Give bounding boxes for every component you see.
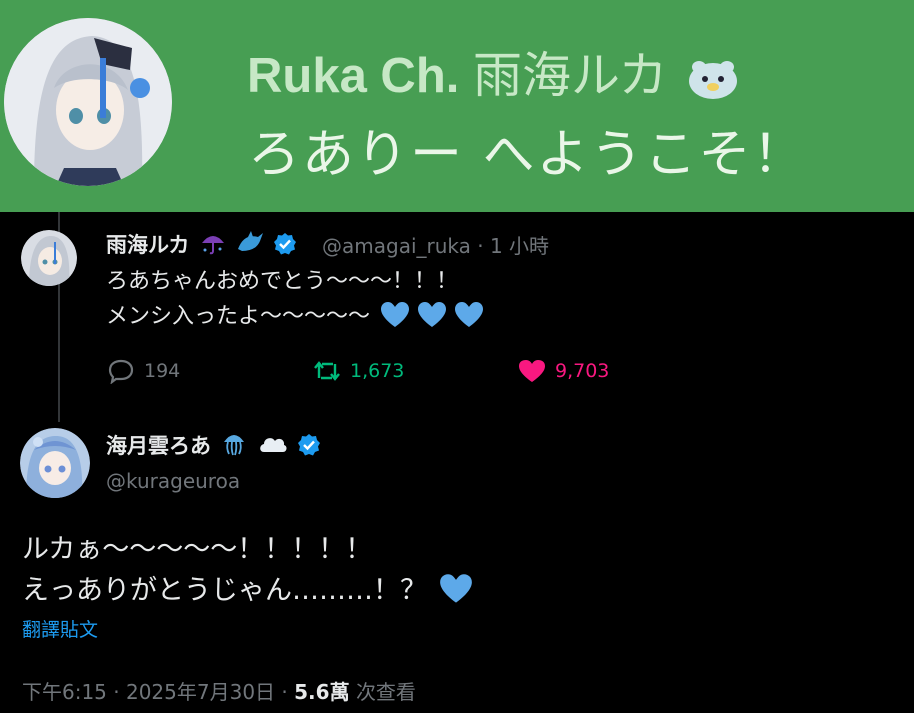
- cloud-emoji-icon: [258, 432, 288, 461]
- banner-avatar: [4, 18, 172, 186]
- avatar[interactable]: [21, 230, 77, 286]
- tweet-timestamp[interactable]: 下午6:15 · 2025年7月30日 ·: [22, 680, 288, 704]
- author-handle[interactable]: @kurageuroa: [106, 469, 240, 493]
- verified-badge-icon: [273, 232, 297, 256]
- banner-title: Ruka Ch. 雨海ルカ: [247, 36, 739, 107]
- seal-emoji-icon: [687, 57, 739, 101]
- like-count: 9,703: [555, 360, 610, 382]
- author-handle[interactable]: @amagai_ruka: [322, 234, 471, 258]
- reply-count: 194: [144, 360, 181, 382]
- profile-banner: Ruka Ch. 雨海ルカ ろありー へようこそ！: [0, 0, 914, 212]
- tweet-time[interactable]: 1 小時: [490, 234, 549, 258]
- blue-heart-icon: [380, 301, 410, 329]
- tweet-text-line-1: ろあちゃんおめでとう〜〜〜！！！: [106, 269, 459, 294]
- like-icon: [519, 360, 545, 382]
- tweet-text-line-2: えっありがとうじゃん………！？: [22, 568, 473, 607]
- tweet-handle-time[interactable]: @amagai_ruka · 1 小時: [322, 230, 549, 259]
- blue-heart-icon: [439, 573, 473, 605]
- tweet-text-line-1: ルカぁ〜〜〜〜〜！！！！！: [22, 534, 373, 565]
- retweet-count: 1,673: [350, 360, 405, 382]
- avatar[interactable]: [20, 428, 90, 498]
- view-count: 5.6萬: [294, 680, 350, 704]
- jellyfish-emoji-icon: [221, 430, 247, 461]
- separator: ·: [477, 234, 484, 258]
- banner-title-latin: Ruka Ch.: [247, 49, 460, 103]
- banner-subtitle: ろありー へようこそ！: [248, 125, 807, 185]
- reply-button[interactable]: 194: [106, 358, 180, 384]
- blue-heart-icon: [454, 301, 484, 329]
- like-button[interactable]: 9,703: [517, 358, 609, 384]
- blue-heart-icon: [417, 301, 447, 329]
- tweet-text-line-2-text: メンシ入ったよ〜〜〜〜〜: [106, 304, 371, 329]
- dolphin-emoji-icon: [236, 231, 264, 260]
- reply-icon: [108, 359, 134, 384]
- tweet-timestamp-views: 下午6:15 · 2025年7月30日 · 5.6萬 次查看: [22, 676, 416, 705]
- author-name-text: 雨海ルカ: [106, 233, 190, 257]
- banner-title-jp: 雨海ルカ: [473, 47, 668, 104]
- tweet-author-name[interactable]: 雨海ルカ: [106, 229, 297, 260]
- tweet-text-line-2-text: えっありがとうじゃん………！？: [22, 575, 427, 606]
- retweet-icon: [314, 361, 340, 381]
- retweet-button[interactable]: 1,673: [312, 358, 404, 384]
- author-name-text: 海月雲ろあ: [106, 434, 211, 458]
- translate-post-link[interactable]: 翻譯貼文: [22, 615, 98, 642]
- view-label: 次查看: [355, 680, 416, 704]
- tweet-text-line-2: メンシ入ったよ〜〜〜〜〜: [106, 298, 484, 330]
- tweet-author-name[interactable]: 海月雲ろあ: [106, 430, 321, 461]
- verified-badge-icon: [297, 433, 321, 457]
- umbrella-emoji-icon: [200, 231, 226, 260]
